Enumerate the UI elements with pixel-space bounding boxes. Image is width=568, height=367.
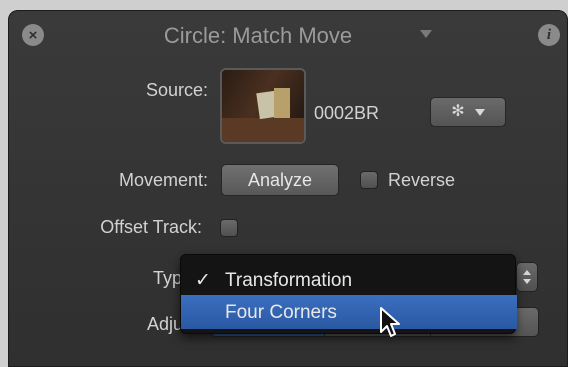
menu-item-four-corners[interactable]: Four Corners <box>181 295 517 329</box>
thumbnail-table <box>222 118 304 142</box>
reverse-checkbox[interactable] <box>360 171 378 189</box>
down-arrow-icon <box>523 279 531 284</box>
reverse-label: Reverse <box>388 170 456 190</box>
type-dropdown-menu: ✓ Transformation Four Corners <box>180 254 517 334</box>
panel-title: Circle: Match Move <box>163 23 353 48</box>
menu-item-transformation[interactable]: ✓ Transformation <box>181 263 517 297</box>
up-arrow-icon <box>523 270 531 275</box>
title-bar: × Circle: Match Move i <box>8 10 568 62</box>
chevron-down-icon[interactable] <box>420 30 432 38</box>
mouse-pointer-icon <box>380 307 400 337</box>
gear-icon: ✻ <box>451 103 465 120</box>
type-popup-stepper[interactable] <box>516 262 538 292</box>
source-name: 0002BR <box>314 103 380 123</box>
type-label: Typ <box>152 268 182 288</box>
info-icon[interactable]: i <box>538 24 560 46</box>
gear-menu-button[interactable]: ✻ <box>430 97 506 127</box>
menu-item-label: Four Corners <box>225 302 337 323</box>
offset-track-label: Offset Track: <box>100 217 202 237</box>
movement-label: Movement: <box>118 170 208 190</box>
analyze-button[interactable]: Analyze <box>221 164 339 196</box>
thumbnail-frame <box>274 88 290 118</box>
source-thumbnail[interactable] <box>220 68 306 144</box>
menu-item-label: Transformation <box>225 270 353 291</box>
chevron-down-icon <box>474 108 485 116</box>
adjust-label: Adjust: <box>146 314 202 334</box>
checkmark-icon: ✓ <box>195 270 211 291</box>
offset-track-checkbox[interactable] <box>220 219 238 237</box>
inspector-panel: × Circle: Match Move i Source: 0002BR ✻ … <box>8 10 568 367</box>
source-label: Source: <box>145 80 208 100</box>
